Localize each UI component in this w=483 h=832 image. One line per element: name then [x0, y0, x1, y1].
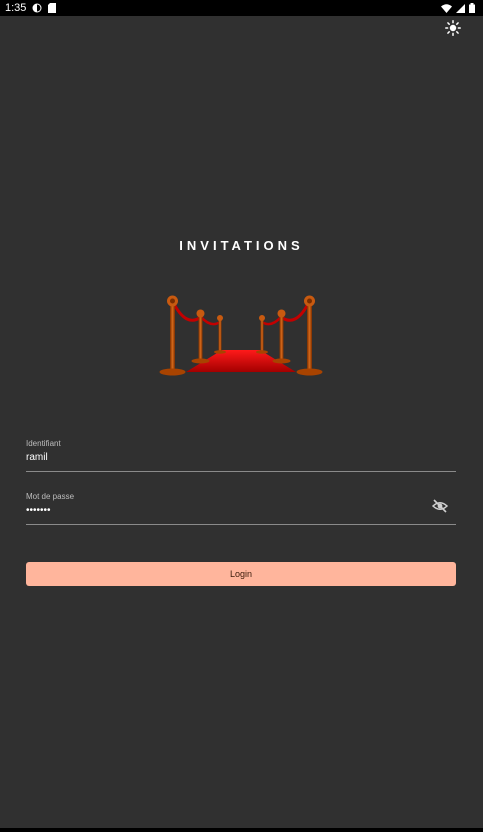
password-input[interactable] [26, 505, 416, 516]
login-button[interactable]: Login [26, 562, 456, 586]
data-saver-icon [32, 3, 42, 13]
sd-card-icon [48, 3, 57, 13]
visibility-off-icon[interactable] [431, 498, 449, 514]
navigation-bar [0, 828, 483, 832]
password-label: Mot de passe [26, 492, 75, 501]
username-field[interactable]: Identifiant [26, 438, 456, 472]
wifi-icon [441, 3, 452, 13]
username-label: Identifiant [26, 439, 61, 448]
app-title: INVITATIONS [179, 238, 304, 253]
username-input[interactable] [26, 452, 416, 463]
theme-toggle-button[interactable] [444, 19, 462, 41]
red-carpet-logo [156, 292, 326, 380]
battery-icon [469, 3, 475, 13]
sun-icon [445, 19, 461, 41]
clock: 1:35 [5, 2, 27, 14]
status-bar: 1:35 [0, 0, 483, 16]
password-field[interactable]: Mot de passe [26, 491, 456, 525]
signal-icon [456, 3, 465, 13]
